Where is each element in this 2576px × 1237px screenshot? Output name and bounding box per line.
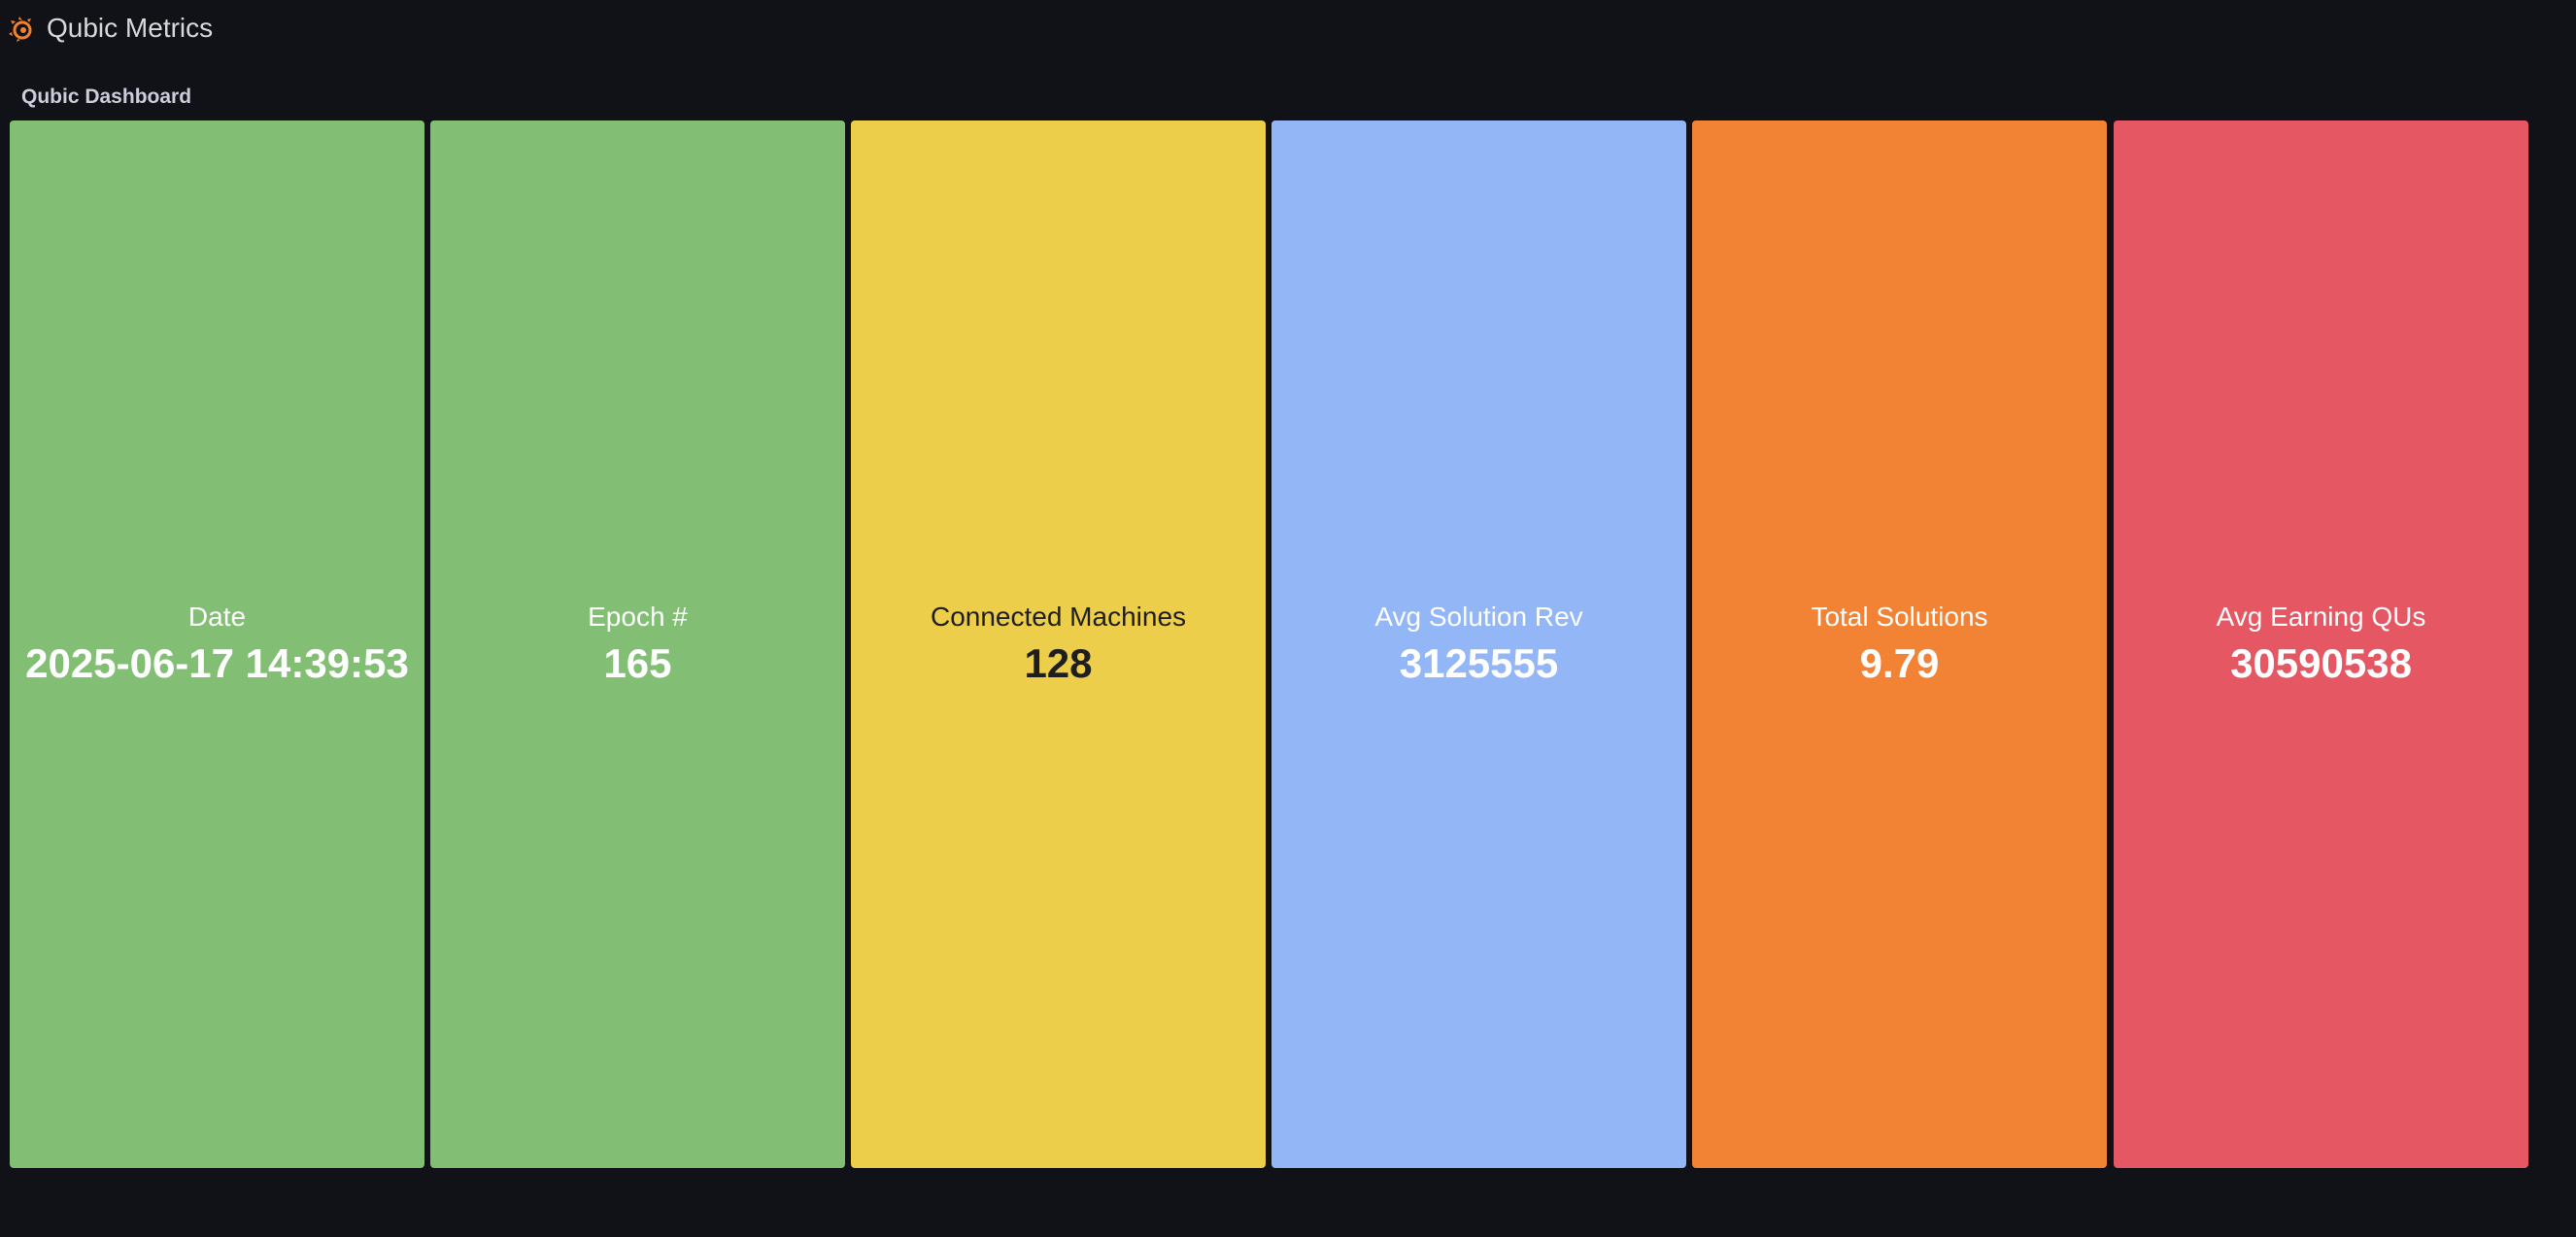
panel-value: 9.79 — [1859, 640, 1940, 686]
stat-panel-epoch[interactable]: Epoch # 165 — [430, 120, 845, 1168]
stat-panel-date[interactable]: Date 2025-06-17 14:39:53 — [10, 120, 424, 1168]
panel-label: Avg Earning QUs — [2216, 601, 2426, 632]
panel-value: 3125555 — [1399, 640, 1559, 686]
stat-panel-avg-solution-rev[interactable]: Avg Solution Rev 3125555 — [1271, 120, 1686, 1168]
app-title[interactable]: Qubic Metrics — [47, 12, 213, 45]
panel-label: Connected Machines — [930, 601, 1187, 632]
dashboard-title[interactable]: Qubic Dashboard — [21, 85, 191, 110]
panel-value: 165 — [603, 640, 672, 686]
panel-label: Avg Solution Rev — [1374, 601, 1583, 632]
panel-value: 128 — [1024, 640, 1093, 686]
stat-panels: Date 2025-06-17 14:39:53 Epoch # 165 Con… — [10, 120, 2528, 1168]
stat-panel-total-solutions[interactable]: Total Solutions 9.79 — [1692, 120, 2107, 1168]
stat-panel-connected-machines[interactable]: Connected Machines 128 — [851, 120, 1266, 1168]
top-bar: Qubic Metrics — [0, 0, 2576, 58]
panel-label: Date — [187, 601, 247, 632]
panel-value: 30590538 — [2230, 640, 2412, 686]
panel-label: Total Solutions — [1811, 601, 1988, 632]
panel-label: Epoch # — [588, 601, 688, 632]
stat-panel-avg-earning-qus[interactable]: Avg Earning QUs 30590538 — [2114, 120, 2528, 1168]
grafana-logo-icon[interactable] — [9, 16, 36, 43]
panel-value: 2025-06-17 14:39:53 — [25, 640, 409, 686]
